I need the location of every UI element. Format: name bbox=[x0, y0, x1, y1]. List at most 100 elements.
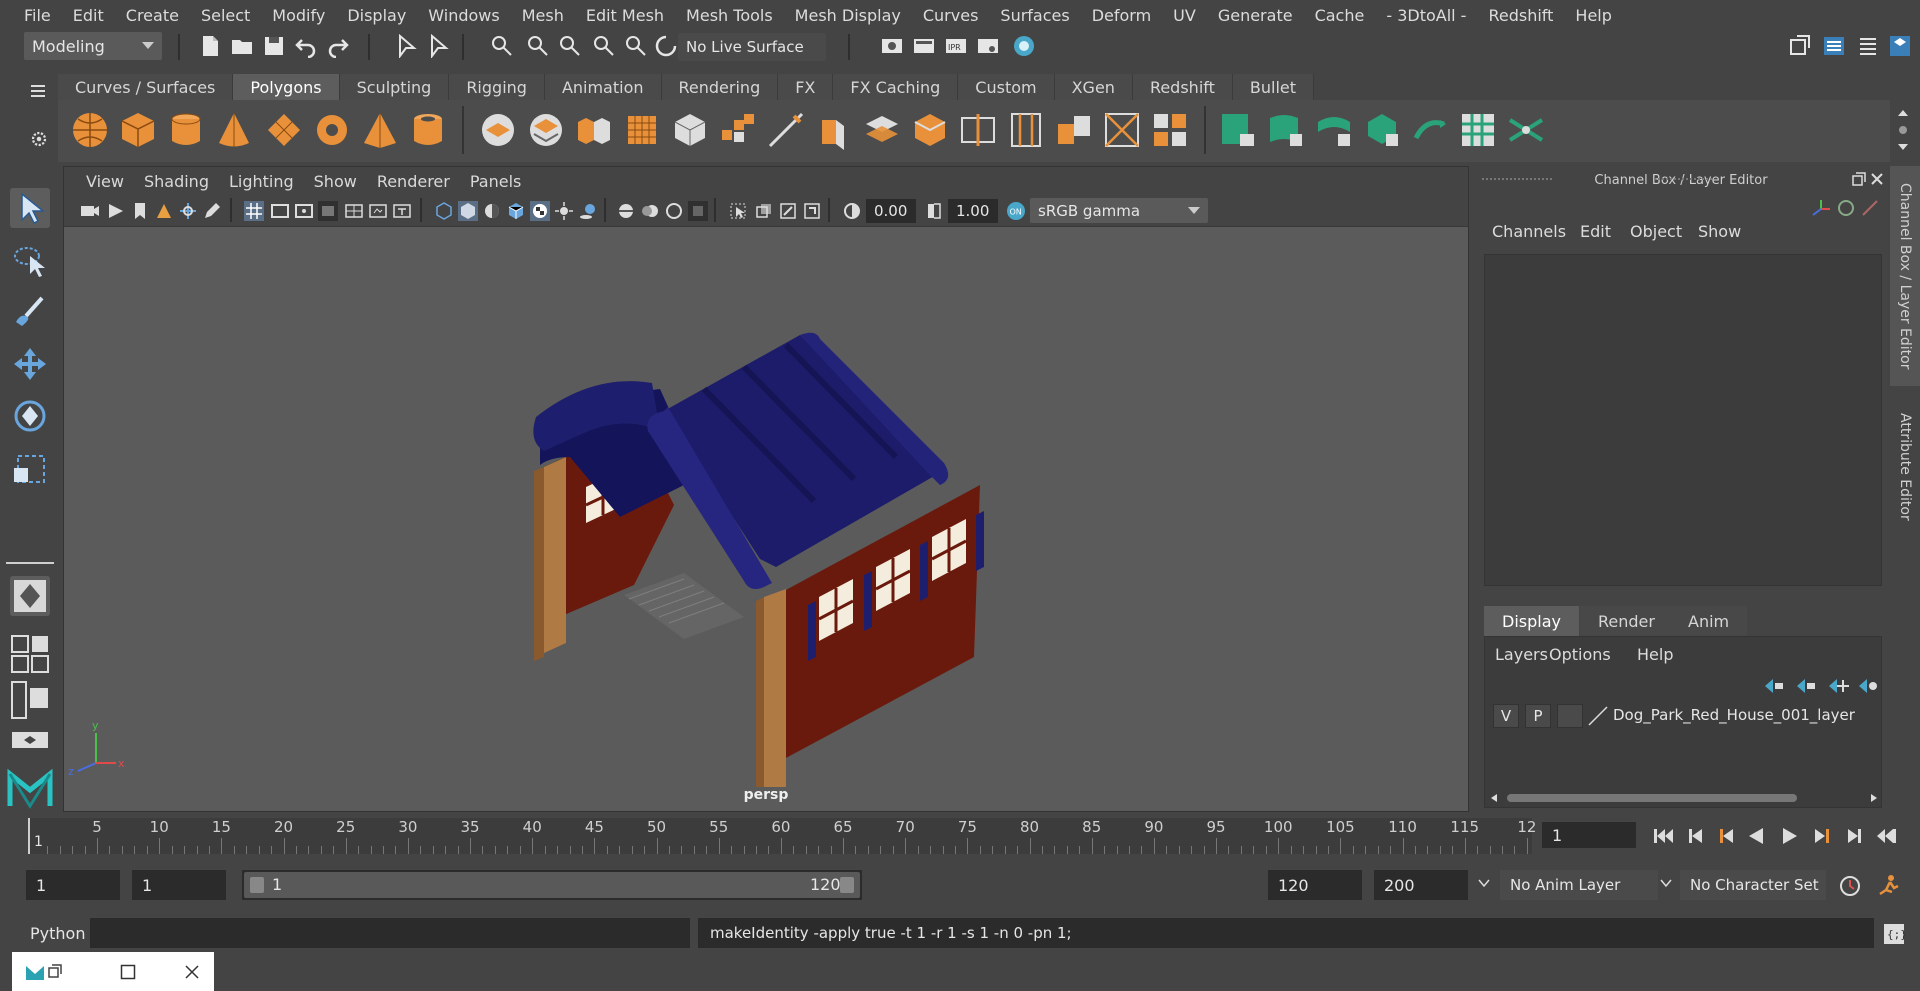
layer-display-type-toggle[interactable] bbox=[1557, 704, 1583, 728]
smooth-shade-icon[interactable] bbox=[458, 201, 478, 221]
layer-tab-anim[interactable]: Anim bbox=[1670, 606, 1748, 636]
menu-deform[interactable]: Deform bbox=[1080, 6, 1161, 25]
bridge-icon[interactable] bbox=[718, 110, 758, 150]
panel-grip-icon[interactable] bbox=[1482, 174, 1552, 184]
channel-list-area[interactable] bbox=[1484, 254, 1882, 586]
hypershade-icon[interactable] bbox=[1012, 34, 1036, 58]
poly-torus-icon[interactable] bbox=[312, 110, 352, 150]
current-frame-field[interactable]: 1 bbox=[1542, 822, 1636, 848]
menu-help[interactable]: Help bbox=[1563, 6, 1621, 25]
lasso-tool-icon[interactable] bbox=[10, 240, 50, 280]
menu-create[interactable]: Create bbox=[114, 6, 189, 25]
layer-scrollbar[interactable] bbox=[1489, 791, 1879, 805]
append-polygon-icon[interactable] bbox=[862, 110, 902, 150]
poly-pipe-icon[interactable] bbox=[408, 110, 448, 150]
uv-spherical-icon[interactable] bbox=[1314, 110, 1354, 150]
animation-preferences-icon[interactable] bbox=[1876, 872, 1902, 898]
menu-windows[interactable]: Windows bbox=[416, 6, 509, 25]
menu-file[interactable]: File bbox=[12, 6, 61, 25]
cb-menu-edit[interactable]: Edit bbox=[1580, 222, 1611, 241]
toggle-attribute-editor-icon[interactable] bbox=[1822, 34, 1846, 58]
command-language-label[interactable]: Python bbox=[30, 924, 85, 943]
view-transform-toggle-icon[interactable]: ON bbox=[1006, 201, 1026, 221]
menu-cache[interactable]: Cache bbox=[1303, 6, 1375, 25]
step-forward-frame-icon[interactable] bbox=[1844, 826, 1864, 846]
restore-icon[interactable] bbox=[48, 964, 62, 978]
bookmark-icon[interactable] bbox=[130, 201, 150, 221]
four-view-layout-icon[interactable] bbox=[10, 634, 50, 674]
snap-view-icon[interactable] bbox=[592, 34, 616, 58]
menu-edit[interactable]: Edit bbox=[61, 6, 114, 25]
extrude-icon[interactable] bbox=[814, 110, 854, 150]
range-slider[interactable]: 1 120 bbox=[242, 870, 862, 900]
layer-tab-render[interactable]: Render bbox=[1580, 606, 1673, 636]
uv-unfold-icon[interactable] bbox=[1410, 110, 1450, 150]
image-plane-icon[interactable] bbox=[154, 201, 174, 221]
play-backwards-icon[interactable] bbox=[1746, 826, 1766, 846]
move-layer-up-icon[interactable] bbox=[1763, 677, 1785, 695]
snap-curve-icon[interactable] bbox=[526, 34, 550, 58]
scroll-right-icon[interactable] bbox=[1869, 793, 1879, 803]
animation-start-field[interactable]: 1 bbox=[26, 870, 120, 900]
new-layer-from-selection-icon[interactable] bbox=[1857, 677, 1879, 695]
camera-attributes-icon[interactable] bbox=[106, 201, 126, 221]
menu-mesh[interactable]: Mesh bbox=[510, 6, 574, 25]
camera-icon[interactable] bbox=[80, 201, 100, 221]
scale-tool-icon[interactable] bbox=[10, 448, 50, 488]
grease-pencil-icon[interactable] bbox=[202, 201, 222, 221]
shelf-tab-polygons[interactable]: Polygons bbox=[233, 74, 340, 100]
move-tool-icon[interactable] bbox=[10, 344, 50, 384]
gear-icon[interactable] bbox=[30, 130, 48, 148]
menu-3dtoall[interactable]: - 3DtoAll - bbox=[1374, 6, 1476, 25]
menu-modify[interactable]: Modify bbox=[260, 6, 335, 25]
step-back-key-icon[interactable] bbox=[1716, 826, 1736, 846]
gamma-field[interactable]: 1.00 bbox=[948, 199, 998, 223]
animation-end-field[interactable]: 200 bbox=[1374, 870, 1468, 900]
channel-sync-icon[interactable] bbox=[1860, 198, 1880, 218]
safe-action-icon[interactable] bbox=[368, 201, 388, 221]
poly-pyramid-icon[interactable] bbox=[360, 110, 400, 150]
maximize-icon[interactable] bbox=[120, 964, 136, 980]
scene-render[interactable]: y z x bbox=[64, 227, 1470, 787]
snap-point-icon[interactable] bbox=[558, 34, 582, 58]
depth-of-field-icon[interactable] bbox=[688, 201, 708, 221]
offset-loop-icon[interactable] bbox=[1006, 110, 1046, 150]
menu-surfaces[interactable]: Surfaces bbox=[988, 6, 1079, 25]
panel-grip-icon[interactable] bbox=[1654, 174, 1714, 184]
shelf-tab-custom[interactable]: Custom bbox=[958, 74, 1055, 100]
gamma-icon[interactable] bbox=[924, 201, 944, 221]
uv-cut-sew-icon[interactable] bbox=[1506, 110, 1546, 150]
window-thumbnail[interactable] bbox=[12, 952, 214, 991]
shelf-tab-fx-caching[interactable]: FX Caching bbox=[833, 74, 959, 100]
uv-planar-icon[interactable] bbox=[1218, 110, 1258, 150]
menu-uv[interactable]: UV bbox=[1161, 6, 1206, 25]
menu-display[interactable]: Display bbox=[335, 6, 416, 25]
mirror-icon[interactable] bbox=[1054, 110, 1094, 150]
x-ray-icon[interactable] bbox=[754, 201, 774, 221]
script-editor-icon[interactable]: {;} bbox=[1882, 922, 1906, 946]
shelf-tab-rendering[interactable]: Rendering bbox=[661, 74, 779, 100]
shelf-tab-sculpting[interactable]: Sculpting bbox=[339, 74, 450, 100]
exposure-icon[interactable] bbox=[842, 201, 862, 221]
shelf-tab-fx[interactable]: FX bbox=[778, 74, 834, 100]
axis-toggle-icon[interactable] bbox=[1810, 198, 1832, 220]
x-ray-joints-icon[interactable] bbox=[778, 201, 798, 221]
combine-icon[interactable] bbox=[478, 110, 518, 150]
extract-icon[interactable] bbox=[574, 110, 614, 150]
single-perspective-layout-icon[interactable] bbox=[10, 576, 50, 616]
range-start-grip[interactable] bbox=[250, 877, 264, 893]
range-slider-handle[interactable] bbox=[244, 872, 860, 898]
uv-automatic-icon[interactable] bbox=[1362, 110, 1402, 150]
poly-cube-icon[interactable] bbox=[118, 110, 158, 150]
edge-loop-icon[interactable] bbox=[958, 110, 998, 150]
range-end-grip[interactable] bbox=[840, 877, 854, 893]
new-empty-layer-icon[interactable] bbox=[1827, 677, 1849, 695]
layer-name[interactable]: Dog_Park_Red_House_001_layer bbox=[1613, 706, 1855, 724]
step-forward-key-icon[interactable] bbox=[1812, 826, 1832, 846]
screen-space-ao-icon[interactable] bbox=[616, 201, 636, 221]
new-scene-icon[interactable] bbox=[198, 34, 222, 58]
smooth-icon[interactable] bbox=[622, 110, 662, 150]
render-settings-icon[interactable] bbox=[880, 34, 904, 58]
uv-cylindrical-icon[interactable] bbox=[1266, 110, 1306, 150]
snap-surface-icon[interactable] bbox=[624, 34, 648, 58]
